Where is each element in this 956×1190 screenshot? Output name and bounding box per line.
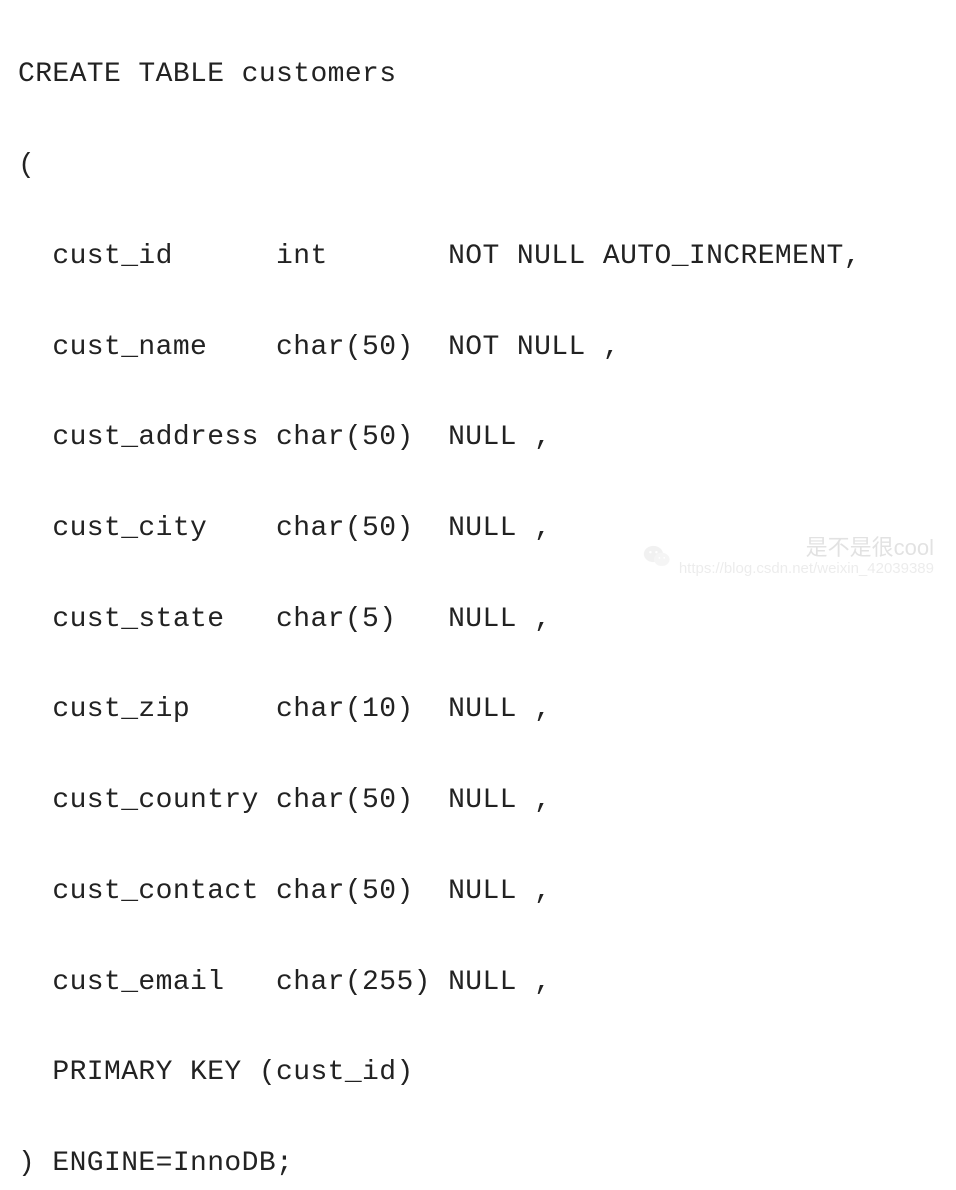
code-line-7: cust_state char(5) NULL , [18, 597, 938, 642]
sql-code-block: CREATE TABLE customers ( cust_id int NOT… [18, 7, 938, 1190]
code-line-9: cust_country char(50) NULL , [18, 778, 938, 823]
code-line-3: cust_id int NOT NULL AUTO_INCREMENT, [18, 234, 938, 279]
code-line-6: cust_city char(50) NULL , [18, 506, 938, 551]
code-line-12: PRIMARY KEY (cust_id) [18, 1050, 938, 1095]
code-line-5: cust_address char(50) NULL , [18, 415, 938, 460]
code-line-1: CREATE TABLE customers [18, 52, 938, 97]
code-line-13: ) ENGINE=InnoDB; [18, 1141, 938, 1186]
code-line-11: cust_email char(255) NULL , [18, 960, 938, 1005]
code-line-2: ( [18, 143, 938, 188]
code-line-10: cust_contact char(50) NULL , [18, 869, 938, 914]
code-line-8: cust_zip char(10) NULL , [18, 687, 938, 732]
code-line-4: cust_name char(50) NOT NULL , [18, 325, 938, 370]
